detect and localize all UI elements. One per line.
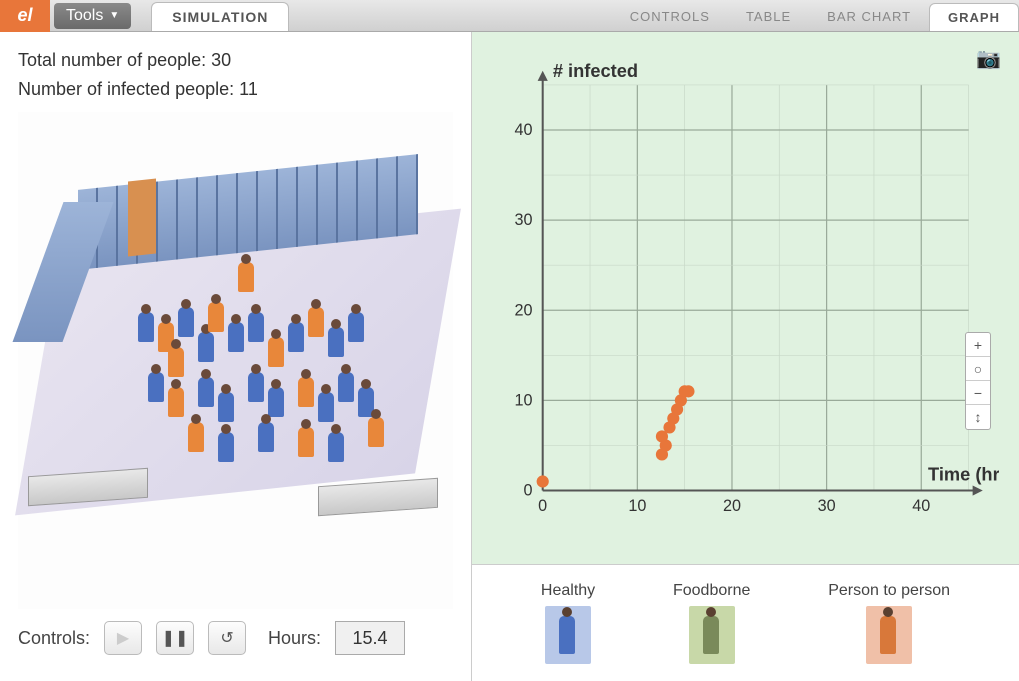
svg-text:0: 0 xyxy=(524,482,533,500)
person-healthy xyxy=(268,387,284,417)
person-healthy xyxy=(328,327,344,357)
app-logo: el xyxy=(0,0,50,32)
scatter-chart: 0 10 20 30 40 0 10 20 30 40 # infected Time (hr) xyxy=(492,52,999,544)
svg-text:20: 20 xyxy=(515,301,533,319)
tab-graph[interactable]: GRAPH xyxy=(929,3,1019,31)
reset-button[interactable]: ↺ xyxy=(208,621,246,655)
svg-text:20: 20 xyxy=(723,497,741,515)
infected-people-stat: Number of infected people: 11 xyxy=(18,75,453,104)
person-healthy xyxy=(348,312,364,342)
person-healthy xyxy=(328,432,344,462)
tab-controls[interactable]: CONTROLS xyxy=(612,3,728,31)
controls-label: Controls: xyxy=(18,628,90,649)
person-infected xyxy=(238,262,254,292)
tools-label: Tools xyxy=(66,7,103,25)
tab-table[interactable]: TABLE xyxy=(728,3,809,31)
svg-text:10: 10 xyxy=(628,497,646,515)
legend-person-to-person: Person to person xyxy=(828,582,950,664)
tab-simulation[interactable]: SIMULATION xyxy=(151,2,289,31)
hours-value: 15.4 xyxy=(335,621,405,655)
person-healthy xyxy=(338,372,354,402)
svg-text:40: 40 xyxy=(912,497,930,515)
graph-panel: 📷 + ○ − ↕ 0 10 20 30 40 0 10 20 30 40 # infected Ti… xyxy=(472,32,1019,564)
tools-menu-button[interactable]: Tools ▼ xyxy=(54,3,131,29)
legend-foodborne: Foodborne xyxy=(673,582,750,664)
svg-text:40: 40 xyxy=(515,121,533,139)
zoom-controls: + ○ − ↕ xyxy=(965,332,991,430)
person-infected xyxy=(308,307,324,337)
person-healthy xyxy=(178,307,194,337)
person-healthy xyxy=(258,422,274,452)
svg-text:30: 30 xyxy=(818,497,836,515)
person-infected xyxy=(208,302,224,332)
person-healthy xyxy=(148,372,164,402)
person-healthy xyxy=(218,392,234,422)
person-healthy xyxy=(198,332,214,362)
person-healthy xyxy=(248,312,264,342)
play-icon: ▶ xyxy=(117,628,129,648)
simulation-canvas xyxy=(18,112,453,609)
person-healthy xyxy=(248,372,264,402)
person-healthy xyxy=(218,432,234,462)
svg-text:0: 0 xyxy=(538,497,547,515)
pause-button[interactable]: ❚❚ xyxy=(156,621,194,655)
svg-text:# infected: # infected xyxy=(553,60,638,81)
zoom-reset-button[interactable]: ○ xyxy=(966,357,990,381)
person-healthy xyxy=(288,322,304,352)
person-infected xyxy=(268,337,284,367)
legend-healthy: Healthy xyxy=(541,582,595,664)
tab-bar-chart[interactable]: BAR CHART xyxy=(809,3,929,31)
person-infected xyxy=(188,422,204,452)
person-healthy xyxy=(318,392,334,422)
zoom-fit-button[interactable]: ↕ xyxy=(966,405,990,429)
person-infected xyxy=(168,387,184,417)
camera-icon[interactable]: 📷 xyxy=(976,46,1001,71)
person-healthy xyxy=(198,377,214,407)
person-infected xyxy=(298,377,314,407)
simulation-pane: Total number of people: 30 Number of inf… xyxy=(0,32,472,681)
person-infected xyxy=(168,347,184,377)
person-healthy xyxy=(138,312,154,342)
svg-text:30: 30 xyxy=(515,211,533,229)
total-people-stat: Total number of people: 30 xyxy=(18,46,453,75)
legend: Healthy Foodborne Person to person xyxy=(472,564,1019,681)
chevron-down-icon: ▼ xyxy=(109,10,119,21)
svg-text:Time (hr): Time (hr) xyxy=(928,463,999,484)
pause-icon: ❚❚ xyxy=(162,628,189,648)
person-healthy xyxy=(228,322,244,352)
svg-text:10: 10 xyxy=(515,391,533,409)
play-button[interactable]: ▶ xyxy=(104,621,142,655)
hours-label: Hours: xyxy=(268,628,321,649)
zoom-out-button[interactable]: − xyxy=(966,381,990,405)
reset-icon: ↺ xyxy=(220,628,233,648)
person-infected xyxy=(368,417,384,447)
person-infected xyxy=(298,427,314,457)
zoom-in-button[interactable]: + xyxy=(966,333,990,357)
